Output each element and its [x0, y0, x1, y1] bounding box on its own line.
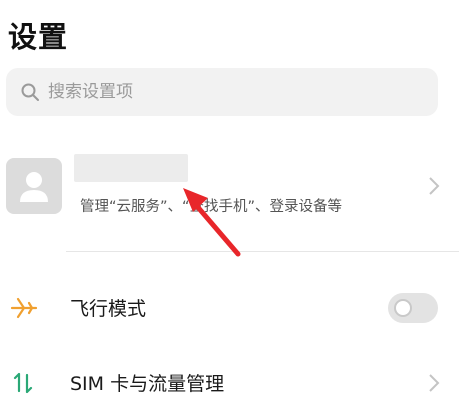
setting-row-sim-data[interactable]: SIM 卡与流量管理 — [0, 358, 459, 408]
toggle-knob — [394, 299, 412, 317]
page-title: 设置 — [8, 20, 69, 54]
search-input[interactable] — [48, 82, 408, 102]
search-bar[interactable] — [6, 68, 438, 116]
setting-row-airplane-mode[interactable]: 飞行模式 — [0, 283, 459, 333]
chevron-right-icon — [429, 374, 440, 392]
person-icon — [20, 172, 48, 202]
avatar[interactable] — [6, 158, 62, 214]
divider — [66, 251, 459, 252]
chevron-right-icon — [429, 177, 440, 195]
sim-data-icon — [13, 372, 33, 394]
account-subtitle: 管理“云服务”、“查找手机”、登录设备等 — [80, 199, 343, 215]
setting-label: SIM 卡与流量管理 — [70, 373, 225, 395]
account-name-placeholder — [74, 154, 188, 182]
account-row[interactable]: 管理“云服务”、“查找手机”、登录设备等 — [0, 142, 459, 252]
airplane-mode-toggle[interactable] — [388, 293, 438, 323]
search-icon — [20, 82, 40, 102]
setting-label: 飞行模式 — [70, 298, 147, 320]
airplane-icon — [10, 297, 38, 319]
